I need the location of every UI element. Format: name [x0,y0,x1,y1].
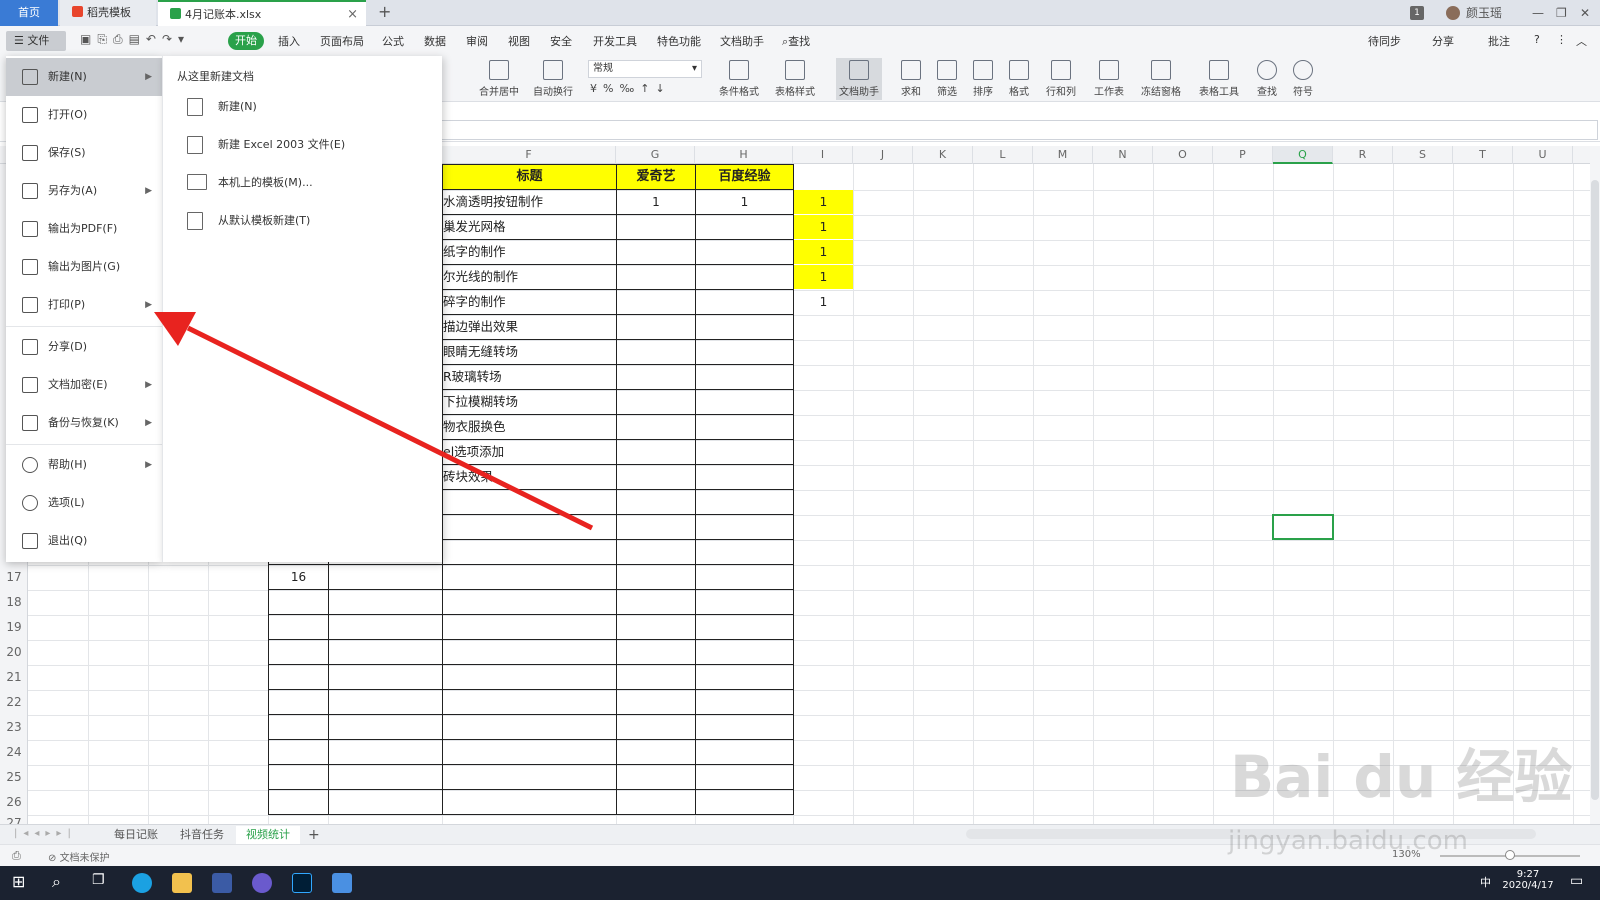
zoom-slider-thumb[interactable] [1505,850,1515,860]
clock-date: 2020/4/17 [1502,880,1554,891]
watermark-url: jingyan.baidu.com [1228,826,1468,856]
add-sheet-button[interactable]: + [298,826,330,844]
sheet-tab-active[interactable]: 视频统计 [236,826,300,844]
search-icon[interactable]: ⌕ [52,872,61,892]
macro-icon[interactable]: ⎙ [12,849,21,863]
clock-time: 9:27 [1516,869,1540,880]
scrollbar-thumb[interactable] [1591,180,1599,800]
browser-icon[interactable] [132,873,152,893]
protect-status[interactable]: ⊘ 文档未保护 [48,849,110,864]
notification-icon[interactable]: ▭ [1570,873,1583,889]
windows-start-icon[interactable]: ⊞ [12,872,25,891]
clock[interactable]: 9:27 2020/4/17 [1500,869,1556,891]
watermark-logo: Bai du 经验 [1230,743,1573,811]
sheet-tab[interactable]: 每日记账 [104,826,168,844]
protect-label: 文档未保护 [59,853,110,864]
vertical-scrollbar[interactable] [1590,146,1600,824]
sheet-tab[interactable]: 抖音任务 [170,826,234,844]
photoshop-icon[interactable] [292,873,312,893]
ime-indicator[interactable]: 中 [1480,874,1491,890]
taskbar: ⊞ ⌕ ❐ 中 9:27 2020/4/17 ▭ [0,866,1600,900]
baidu-app-icon[interactable] [252,873,272,893]
app-icon[interactable] [212,873,232,893]
shield-icon: ⊘ [48,853,60,864]
arrow-shaft [186,325,594,531]
sheet-nav-icons[interactable]: |◂◂▸▸| [14,828,77,839]
task-view-icon[interactable]: ❐ [92,872,105,888]
file-explorer-icon[interactable] [172,873,192,893]
wps-icon[interactable] [332,873,352,893]
